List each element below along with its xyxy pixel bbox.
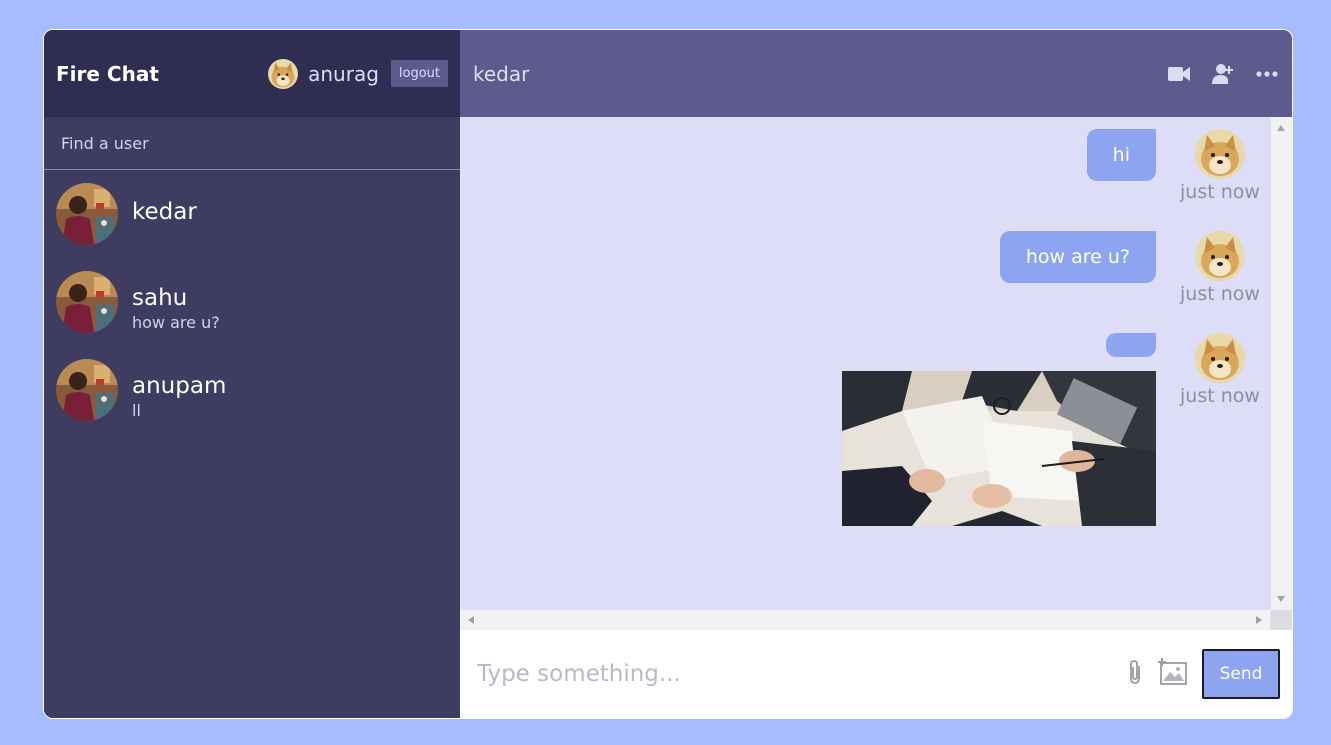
logout-button[interactable]: logout: [390, 60, 448, 87]
message-bubble: hi: [1086, 129, 1156, 181]
brand-logo: Fire Chat: [56, 61, 159, 86]
chat-panel: kedar hi just now how are u? just now ju…: [460, 30, 1292, 718]
chat-title: kedar: [473, 61, 530, 86]
chat-item-kedar[interactable]: kedar: [44, 183, 460, 271]
message-bubble: how are u?: [999, 231, 1156, 283]
more-icon[interactable]: [1255, 62, 1279, 86]
chat-item-last-message: how are u?: [132, 313, 220, 332]
chat-item-name: anupam: [132, 373, 227, 399]
chat-list: kedar sahu how are u? anupam ll: [44, 170, 460, 447]
chat-item-name: sahu: [132, 285, 188, 311]
current-user-name: anurag: [308, 61, 379, 86]
sidebar: Fire Chat anurag logout kedar: [44, 30, 460, 718]
current-user: anurag logout: [268, 59, 448, 89]
chat-item-last-message: ll: [132, 401, 141, 420]
avatar: [56, 183, 118, 245]
message-avatar: [1195, 333, 1245, 383]
messages-area[interactable]: hi just now how are u? just now just now: [460, 117, 1292, 630]
horizontal-scrollbar[interactable]: [460, 610, 1270, 630]
chat-item-name: kedar: [132, 199, 197, 225]
send-button[interactable]: Send: [1202, 649, 1280, 699]
message-avatar: [1195, 231, 1245, 281]
user-search: [44, 117, 460, 170]
chat-app-window: Fire Chat anurag logout kedar: [43, 29, 1293, 719]
message: just now: [842, 333, 1260, 530]
message-time: just now: [1180, 283, 1260, 305]
message-input[interactable]: [475, 660, 1126, 688]
message-time: just now: [1180, 385, 1260, 407]
message: hi just now: [1086, 129, 1260, 203]
user-search-input[interactable]: [59, 132, 445, 154]
message-avatar: [1195, 129, 1245, 179]
message: how are u? just now: [999, 231, 1260, 305]
message-input-bar: Send: [460, 630, 1292, 718]
add-user-icon[interactable]: [1211, 62, 1235, 86]
chat-header: kedar: [460, 30, 1292, 117]
vertical-scrollbar[interactable]: [1271, 117, 1292, 610]
scrollbar-corner: [1271, 610, 1292, 630]
chat-item-anupam[interactable]: anupam ll: [44, 359, 460, 447]
avatar: [56, 359, 118, 421]
chat-item-sahu[interactable]: sahu how are u?: [44, 271, 460, 359]
message-bubble: [1106, 333, 1156, 357]
add-image-icon[interactable]: [1158, 658, 1188, 690]
avatar: [56, 271, 118, 333]
message-time: just now: [1180, 181, 1260, 203]
sidebar-header: Fire Chat anurag logout: [44, 30, 460, 117]
message-image[interactable]: [842, 371, 1156, 530]
video-camera-icon[interactable]: [1167, 62, 1191, 86]
current-user-avatar: [268, 59, 298, 89]
paperclip-icon[interactable]: [1126, 658, 1144, 690]
